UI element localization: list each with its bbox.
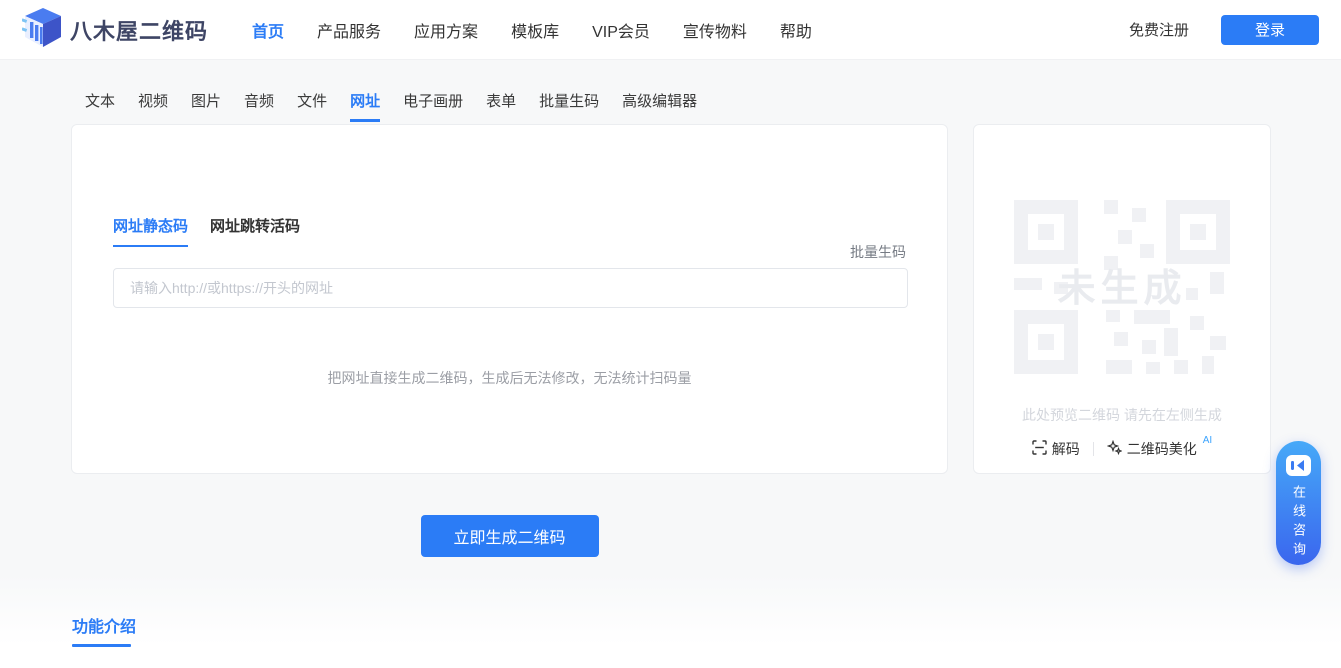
tab-batch[interactable]: 批量生码 — [539, 90, 599, 122]
preview-hint: 此处预览二维码 请先在左侧生成 — [974, 405, 1270, 425]
features-section-header: 功能介绍 — [72, 613, 136, 647]
tab-url[interactable]: 网址 — [350, 90, 380, 122]
nav-item-materials[interactable]: 宣传物料 — [683, 18, 747, 42]
logo-text: 八木屋二维码 — [70, 14, 208, 46]
tab-image[interactable]: 图片 — [191, 90, 221, 122]
qr-not-generated-text: 未生成 — [1014, 257, 1230, 312]
generate-button-row: 立即生成二维码 — [71, 515, 948, 557]
qr-placeholder: 未生成 — [1014, 160, 1230, 396]
subtab-static-url[interactable]: 网址静态码 — [113, 215, 188, 247]
tab-video[interactable]: 视频 — [138, 90, 168, 122]
logo[interactable]: 八木屋二维码 — [22, 6, 208, 53]
header: 八木屋二维码 首页 产品服务 应用方案 模板库 VIP会员 宣传物料 帮助 免费… — [0, 0, 1341, 60]
nav-item-vip[interactable]: VIP会员 — [592, 18, 650, 42]
tab-form[interactable]: 表单 — [486, 90, 516, 122]
qr-preview-panel: 未生成 此处预览二维码 请先在左侧生成 解码 — [973, 124, 1271, 474]
nav-item-templates[interactable]: 模板库 — [511, 18, 559, 42]
url-sub-tabs: 网址静态码 网址跳转活码 — [113, 215, 300, 247]
sparkle-magic-icon — [1107, 439, 1122, 458]
decode-label: 解码 — [1052, 439, 1080, 459]
features-title[interactable]: 功能介绍 — [72, 613, 136, 637]
qr-placeholder-pattern-icon — [1014, 383, 1230, 400]
nav-item-solutions[interactable]: 应用方案 — [414, 18, 478, 42]
login-button[interactable]: 登录 — [1221, 15, 1319, 45]
decode-action[interactable]: 解码 — [1032, 439, 1080, 459]
features-title-underline — [72, 644, 131, 647]
qr-type-tabs: 文本 视频 图片 音频 文件 网址 电子画册 表单 批量生码 高级编辑器 — [85, 90, 697, 122]
beautify-action[interactable]: 二维码美化 AI — [1107, 439, 1212, 459]
tab-file[interactable]: 文件 — [297, 90, 327, 122]
header-actions: 免费注册 登录 — [1129, 15, 1319, 45]
url-input[interactable] — [113, 268, 908, 308]
generate-qr-button[interactable]: 立即生成二维码 — [421, 515, 599, 557]
helper-text: 把网址直接生成二维码，生成后无法修改，无法统计扫码量 — [72, 368, 947, 388]
tab-advanced-editor[interactable]: 高级编辑器 — [622, 90, 697, 122]
scan-decode-icon — [1032, 439, 1047, 458]
main-panels: 网址静态码 网址跳转活码 批量生码 把网址直接生成二维码，生成后无法修改，无法统… — [71, 124, 1271, 474]
nav-item-home[interactable]: 首页 — [252, 18, 284, 42]
main-nav: 首页 产品服务 应用方案 模板库 VIP会员 宣传物料 帮助 — [252, 18, 812, 42]
ai-badge: AI — [1203, 435, 1212, 446]
chat-service-icon — [1286, 455, 1311, 476]
nav-item-products[interactable]: 产品服务 — [317, 18, 381, 42]
consult-label: 在线咨询 — [1292, 485, 1305, 561]
register-link[interactable]: 免费注册 — [1129, 19, 1189, 40]
tab-audio[interactable]: 音频 — [244, 90, 274, 122]
beautify-label: 二维码美化 — [1127, 439, 1197, 459]
url-generator-panel: 网址静态码 网址跳转活码 批量生码 把网址直接生成二维码，生成后无法修改，无法统… — [71, 124, 948, 474]
nav-item-help[interactable]: 帮助 — [780, 18, 812, 42]
online-consult-button[interactable]: 在线咨询 — [1276, 441, 1321, 565]
tab-ebook[interactable]: 电子画册 — [403, 90, 463, 122]
batch-generate-link[interactable]: 批量生码 — [850, 242, 906, 262]
logo-cube-icon — [22, 6, 62, 53]
tab-text[interactable]: 文本 — [85, 90, 115, 122]
preview-actions: 解码 二维码美化 AI — [974, 439, 1270, 459]
actions-divider — [1093, 442, 1094, 456]
subtab-dynamic-url[interactable]: 网址跳转活码 — [210, 215, 300, 247]
